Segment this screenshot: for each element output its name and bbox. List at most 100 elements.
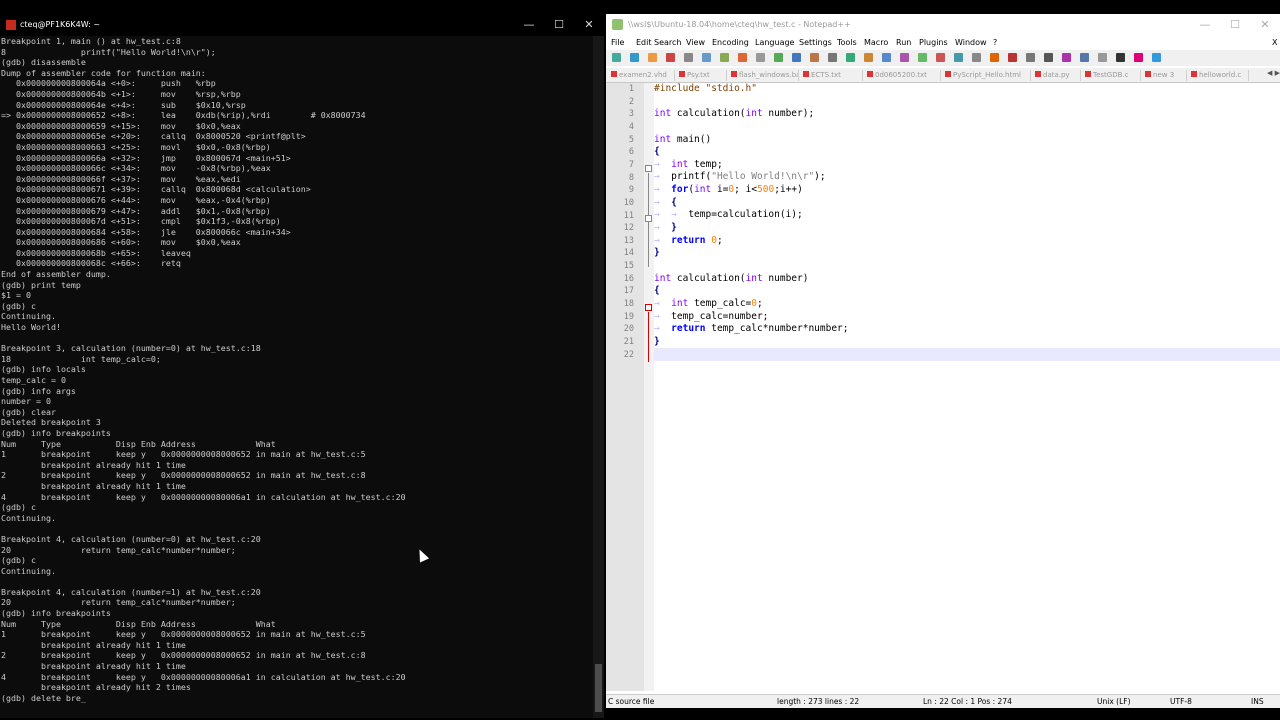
zoom-out-icon[interactable] xyxy=(882,53,891,62)
status-mode: INS xyxy=(1251,697,1264,706)
record-icon[interactable] xyxy=(1080,53,1089,62)
terminal-line: 0x0000000008000676 <+44>: mov %eax,-0x4(… xyxy=(1,194,271,205)
menu-encoding[interactable]: Encoding xyxy=(712,36,749,50)
indent-guide-icon[interactable] xyxy=(972,53,981,62)
terminal-line: End of assembler dump. xyxy=(1,269,111,280)
menu-language[interactable]: Language xyxy=(755,36,794,50)
word-wrap-icon[interactable] xyxy=(936,53,945,62)
code-line-7: → int temp; xyxy=(654,158,723,170)
print-icon[interactable] xyxy=(720,53,729,62)
new-file-icon[interactable] xyxy=(612,53,621,62)
redo-icon[interactable] xyxy=(810,53,819,62)
terminal-line: number = 0 xyxy=(1,396,51,407)
tab-new-3[interactable]: new 3 xyxy=(1142,70,1187,81)
terminal-line: 0x000000000800066c <+34>: mov -0x8(%rbp)… xyxy=(1,163,271,174)
fold-marker-main[interactable] xyxy=(645,165,652,172)
line-number: 20 xyxy=(623,324,634,335)
close-icon[interactable] xyxy=(684,53,693,62)
terminal-window[interactable]: cteq@PF1K6K4W: ~ — ☐ ✕ Breakpoint 1, mai… xyxy=(0,14,604,718)
terminal-scrollbar[interactable] xyxy=(593,36,604,718)
code-line-20: → return temp_calc*number*number; xyxy=(654,323,849,335)
notepadpp-titlebar[interactable]: \\wsl$\Ubuntu-18.04\home\cteq\hw_test.c … xyxy=(606,14,1280,36)
line-number: 7 xyxy=(628,159,634,170)
function-list-icon[interactable] xyxy=(1026,53,1035,62)
menu-edit[interactable]: Edit xyxy=(636,36,652,50)
status-filetype: C source file xyxy=(608,697,655,706)
save-macro-icon[interactable] xyxy=(1152,53,1161,62)
tab-examen2[interactable]: examen2.vhd xyxy=(608,70,675,81)
file-saved-icon xyxy=(1085,71,1091,77)
menu-run[interactable]: Run xyxy=(896,36,911,50)
tab-0d0605200[interactable]: 0d0605200.txt xyxy=(864,70,941,81)
save-icon[interactable] xyxy=(648,53,657,62)
close-button[interactable]: ✕ xyxy=(574,14,604,36)
replace-icon[interactable] xyxy=(846,53,855,62)
menu-help[interactable]: ? xyxy=(993,36,997,50)
tab-pyscript-hello[interactable]: PyScript_Hello.html xyxy=(942,70,1031,81)
close-document-button[interactable]: X xyxy=(1272,36,1277,50)
minimize-button[interactable]: — xyxy=(514,14,544,36)
play-icon[interactable] xyxy=(1116,53,1125,62)
menu-file[interactable]: File xyxy=(611,36,624,50)
sync-v-icon[interactable] xyxy=(900,53,909,62)
folder-icon[interactable] xyxy=(1044,53,1053,62)
terminal-line: temp_calc = 0 xyxy=(1,375,66,385)
tab-ects[interactable]: ECTS.txt xyxy=(800,70,863,81)
close-all-icon[interactable] xyxy=(702,53,711,62)
menu-view[interactable]: View xyxy=(686,36,705,50)
tab-flash-windows[interactable]: flash_windows.bat xyxy=(728,70,799,81)
copy-icon[interactable] xyxy=(756,53,765,62)
minimize-button[interactable]: — xyxy=(1190,14,1220,36)
menu-plugins[interactable]: Plugins xyxy=(919,36,948,50)
lang-icon[interactable] xyxy=(990,53,999,62)
fold-marker-for[interactable] xyxy=(645,215,652,222)
zoom-in-icon[interactable] xyxy=(864,53,873,62)
terminal-titlebar[interactable]: cteq@PF1K6K4W: ~ — ☐ ✕ xyxy=(0,14,604,36)
line-number: 6 xyxy=(628,147,634,158)
menu-tools[interactable]: Tools xyxy=(837,36,857,50)
terminal-title: cteq@PF1K6K4W: ~ xyxy=(20,20,101,29)
paste-icon[interactable] xyxy=(774,53,783,62)
code-line-10: → { xyxy=(654,196,677,208)
file-saved-icon xyxy=(731,71,737,77)
find-icon[interactable] xyxy=(828,53,837,62)
fold-marker-calculation[interactable] xyxy=(645,304,652,311)
tab-data-py[interactable]: data.py xyxy=(1032,70,1081,81)
terminal-line: breakpoint already hit 1 time xyxy=(1,661,186,672)
terminal-output[interactable]: Breakpoint 1, main () at hw_test.c:8 8 pr… xyxy=(0,36,592,718)
status-position: Ln : 22 Col : 1 Pos : 274 xyxy=(923,697,1012,706)
notepadpp-window[interactable]: \\wsl$\Ubuntu-18.04\home\cteq\hw_test.c … xyxy=(606,14,1280,708)
line-number: 17 xyxy=(623,286,634,297)
terminal-line: Continuing. xyxy=(1,565,56,576)
cut-icon[interactable] xyxy=(738,53,747,62)
doc-map-icon[interactable] xyxy=(1008,53,1017,62)
menu-settings[interactable]: Settings xyxy=(799,36,832,50)
menu-macro[interactable]: Macro xyxy=(864,36,888,50)
run-multi-icon[interactable] xyxy=(1134,53,1143,62)
maximize-button[interactable]: ☐ xyxy=(1220,14,1250,36)
open-file-icon[interactable] xyxy=(630,53,639,62)
status-encoding: UTF-8 xyxy=(1170,697,1192,706)
terminal-line: 2 breakpoint keep y 0x0000000008000652 i… xyxy=(1,650,366,661)
stop-icon[interactable] xyxy=(1098,53,1107,62)
show-all-icon[interactable] xyxy=(954,53,963,62)
menu-window[interactable]: Window xyxy=(955,36,987,50)
code-editor[interactable]: 1 2 3 4 5 6 7 8 9 10 11 12 13 14 15 16 17 18 19 20 21 22 #inc… xyxy=(606,83,1280,691)
code-line-8: → printf("Hello World!\n\r"); xyxy=(654,171,826,183)
tab-testgdb[interactable]: TestGDB.c xyxy=(1082,70,1141,81)
save-all-icon[interactable] xyxy=(666,53,675,62)
terminal-scrollbar-thumb[interactable] xyxy=(595,664,602,712)
status-length: length : 273 lines : 22 xyxy=(777,697,860,706)
undo-icon[interactable] xyxy=(792,53,801,62)
maximize-button[interactable]: ☐ xyxy=(544,14,574,36)
code-text[interactable]: #include "stdio.h" int calculation(int n… xyxy=(654,83,1280,362)
menu-search[interactable]: Search xyxy=(654,36,681,50)
tab-psy[interactable]: Psy.txt xyxy=(676,70,727,81)
sync-h-icon[interactable] xyxy=(918,53,927,62)
monitor-icon[interactable] xyxy=(1062,53,1071,62)
close-button[interactable]: ✕ xyxy=(1250,14,1280,36)
tab-scroll-arrows[interactable]: ◀ ▶ xyxy=(1267,69,1280,77)
tab-helloworld[interactable]: helloworld.c xyxy=(1188,70,1249,81)
